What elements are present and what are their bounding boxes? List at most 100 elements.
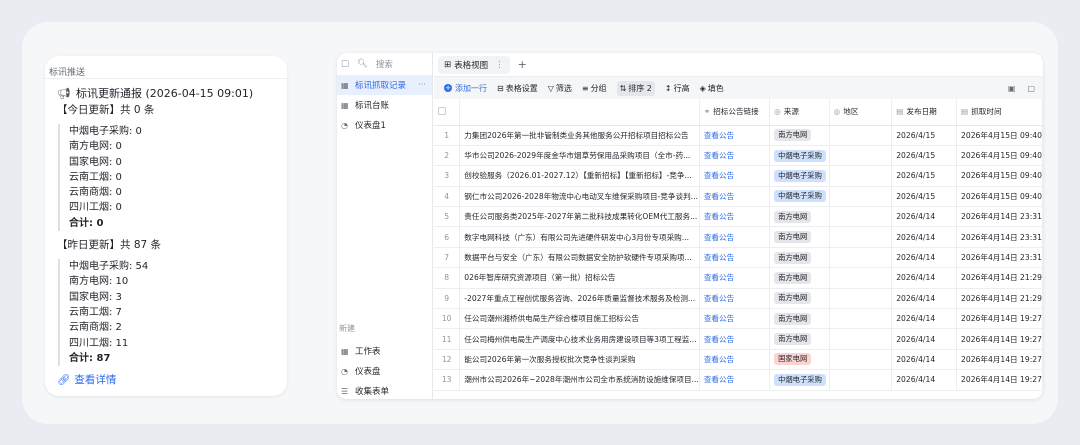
tab-table-view[interactable]: ⊞ 表格视图 ⋮ <box>438 55 510 74</box>
source-cell[interactable]: 南方电网 <box>769 206 830 228</box>
publish-date-cell[interactable]: 2026/4/14 <box>891 328 958 350</box>
view-details-link[interactable]: 🔗︎ 查看详情 <box>57 372 279 387</box>
publish-date-cell[interactable]: 2026/4/14 <box>891 288 958 310</box>
title-cell[interactable]: 潮州市公司2026年~2028年潮州市公司全市系统消防设施维保项目... <box>459 369 700 391</box>
fill-color-button[interactable]: ◈ 填色 <box>700 83 724 94</box>
column-source[interactable]: ◎ 来源 <box>769 99 830 126</box>
view-notice-link[interactable]: 查看公告 <box>699 206 771 228</box>
region-cell[interactable] <box>829 145 893 167</box>
publish-date-cell[interactable]: 2026/4/15 <box>891 165 958 187</box>
table-row[interactable]: 9 -2027年重点工程创优服务咨询、2026年质量监督技术服务及检测... 查看公… <box>434 288 1043 310</box>
view-notice-link[interactable]: 查看公告 <box>699 288 771 310</box>
row-select-header[interactable] <box>434 99 461 126</box>
add-view-icon[interactable]: + <box>518 58 527 71</box>
table-settings-button[interactable]: ⊟ 表格设置 <box>497 83 538 94</box>
add-row-button[interactable]: + 添加一行 <box>444 83 487 94</box>
fetch-time-cell[interactable]: 2026年4月14日 21:29 <box>956 267 1043 289</box>
region-cell[interactable] <box>829 165 893 187</box>
sidebar-item-ledger[interactable]: ▦ 标讯台账 <box>337 95 432 115</box>
publish-date-cell[interactable]: 2026/4/15 <box>891 125 958 146</box>
view-notice-link[interactable]: 查看公告 <box>699 186 771 208</box>
column-link[interactable]: ⚭ 招标公告链接 <box>699 99 771 126</box>
title-cell[interactable]: -2027年重点工程创优服务咨询、2026年质量监督技术服务及检测... <box>459 288 700 310</box>
view-notice-link[interactable]: 查看公告 <box>699 247 771 269</box>
table-row[interactable]: 3 创校验服务（2026.01-2027.12）【重新招标】【重新招标】-竞争..… <box>434 165 1043 187</box>
fetch-time-cell[interactable]: 2026年4月14日 19:27 <box>956 328 1043 350</box>
table-row[interactable]: 2 华市公司2026-2029年度金华市烟草劳保用品采购项目（全市-药... 查看公… <box>434 145 1043 167</box>
view-notice-link[interactable]: 查看公告 <box>699 308 771 330</box>
region-cell[interactable] <box>829 288 893 310</box>
title-cell[interactable]: 华市公司2026-2029年度金华市烟草劳保用品采购项目（全市-药... <box>459 145 700 167</box>
source-cell[interactable]: 中烟电子采购 <box>769 145 830 167</box>
publish-date-cell[interactable]: 2026/4/14 <box>891 369 958 391</box>
fetch-time-cell[interactable]: 2026年4月14日 21:29 <box>956 288 1043 310</box>
publish-date-cell[interactable]: 2026/4/15 <box>891 186 958 208</box>
region-cell[interactable] <box>829 247 893 269</box>
title-cell[interactable]: 任公司潮州湘桥供电局生产综合楼项目施工招标公告 <box>459 308 700 330</box>
table-row[interactable]: 7 数据平台与安全（广东）有限公司数据安全防护软硬件专项采购项... 查看公告 南方电… <box>434 247 1043 269</box>
view-notice-link[interactable]: 查看公告 <box>699 369 771 391</box>
publish-date-cell[interactable]: 2026/4/14 <box>891 349 958 371</box>
fetch-time-cell[interactable]: 2026年4月15日 09:40 <box>956 186 1043 208</box>
column-publish-date[interactable]: ▤ 发布日期 <box>891 99 958 126</box>
fetch-time-cell[interactable]: 2026年4月14日 19:27 <box>956 308 1043 330</box>
publish-date-cell[interactable]: 2026/4/15 <box>891 145 958 167</box>
title-cell[interactable]: 数据平台与安全（广东）有限公司数据安全防护软硬件专项采购项... <box>459 247 700 269</box>
sidebar-toggle-icon[interactable]: □ <box>341 59 349 69</box>
publish-date-cell[interactable]: 2026/4/14 <box>891 247 958 269</box>
publish-date-cell[interactable]: 2026/4/14 <box>891 267 958 289</box>
table-row[interactable]: 5 责任公司服务类2025年-2027年第二批科技成果转化OEM代工服务... 查看… <box>434 206 1043 228</box>
table-row[interactable]: 12 能公司2026年第一次服务授权批次竞争性谈判采购 查看公告 国家电网 2026/4… <box>434 349 1043 371</box>
source-cell[interactable]: 南方电网 <box>769 267 830 289</box>
fetch-time-cell[interactable]: 2026年4月15日 09:40 <box>956 125 1043 146</box>
table-row[interactable]: 11 任公司梅州供电局生产调度中心技术业务用房建设项目等3项工程监... 查看公告南… <box>434 328 1043 350</box>
publish-date-cell[interactable]: 2026/4/14 <box>891 206 958 228</box>
title-cell[interactable]: 数字电网科技（广东）有限公司先进硬件研发中心3月份专项采购... <box>459 226 700 248</box>
source-cell[interactable]: 国家电网 <box>769 349 830 371</box>
column-title[interactable] <box>459 99 700 126</box>
source-cell[interactable]: 中烟电子采购 <box>769 165 830 187</box>
view-notice-link[interactable]: 查看公告 <box>699 145 771 167</box>
region-cell[interactable] <box>829 206 893 228</box>
column-fetch-time[interactable]: ▤ 抓取时间 <box>956 99 1043 126</box>
title-cell[interactable]: 026年智库研究资源项目（第一批）招标公告 <box>459 267 700 289</box>
fetch-time-cell[interactable]: 2026年4月14日 23:31 <box>956 247 1043 269</box>
region-cell[interactable] <box>829 349 893 371</box>
source-cell[interactable]: 中烟电子采购 <box>769 369 830 391</box>
search-icon[interactable]: 🔍︎ <box>357 59 368 69</box>
publish-date-cell[interactable]: 2026/4/14 <box>891 226 958 248</box>
region-cell[interactable] <box>829 226 893 248</box>
clipboard-icon[interactable]: ▣ <box>1008 84 1016 93</box>
fetch-time-cell[interactable]: 2026年4月15日 09:40 <box>956 165 1043 187</box>
checkbox-icon[interactable] <box>438 106 446 115</box>
more-icon[interactable]: ··· <box>418 80 426 90</box>
search-label[interactable]: 搜索 <box>376 58 393 70</box>
fetch-time-cell[interactable]: 2026年4月15日 09:40 <box>956 145 1043 167</box>
title-cell[interactable]: 能公司2026年第一次服务授权批次竞争性谈判采购 <box>459 349 700 371</box>
view-notice-link[interactable]: 查看公告 <box>699 226 771 248</box>
view-notice-link[interactable]: 查看公告 <box>699 125 771 146</box>
title-cell[interactable]: 钢仁市公司2026-2028年物流中心电动叉车维保采购项目-竞争谈判... <box>459 186 700 208</box>
fetch-time-cell[interactable]: 2026年4月14日 19:27 <box>956 349 1043 371</box>
new-dashboard[interactable]: ◔ 仪表盘 <box>337 361 432 381</box>
title-cell[interactable]: 力集团2026年第一批非管制类业务其他服务公开招标项目招标公告 <box>459 125 700 146</box>
region-cell[interactable] <box>829 186 893 208</box>
new-worksheet[interactable]: ▦ 工作表 <box>337 341 432 361</box>
table-row[interactable]: 8 026年智库研究资源项目（第一批）招标公告 查看公告 南方电网 2026/4/14 2… <box>434 267 1043 289</box>
table-row[interactable]: 4 钢仁市公司2026-2028年物流中心电动叉车维保采购项目-竞争谈判... 查看… <box>434 186 1043 208</box>
sidebar-item-fetch-records[interactable]: ▦ 标讯抓取记录 ··· <box>337 75 432 95</box>
source-cell[interactable]: 南方电网 <box>769 247 830 269</box>
region-cell[interactable] <box>829 308 893 330</box>
more-icon[interactable]: ⋮ <box>495 60 504 70</box>
region-cell[interactable] <box>829 267 893 289</box>
source-cell[interactable]: 南方电网 <box>769 125 830 146</box>
source-cell[interactable]: 南方电网 <box>769 308 830 330</box>
view-details-label[interactable]: 查看详情 <box>74 372 116 387</box>
region-cell[interactable] <box>829 369 893 391</box>
sort-button[interactable]: ⇅ 排序 2 <box>616 80 655 96</box>
fetch-time-cell[interactable]: 2026年4月14日 19:27 <box>956 369 1043 391</box>
source-cell[interactable]: 南方电网 <box>769 288 830 310</box>
table-row[interactable]: 10 任公司潮州湘桥供电局生产综合楼项目施工招标公告 查看公告 南方电网 2026/4/… <box>434 308 1043 330</box>
table-row[interactable]: 13 潮州市公司2026年~2028年潮州市公司全市系统消防设施维保项目... 查看… <box>434 369 1043 391</box>
expand-icon[interactable]: ▢ <box>1027 84 1035 93</box>
